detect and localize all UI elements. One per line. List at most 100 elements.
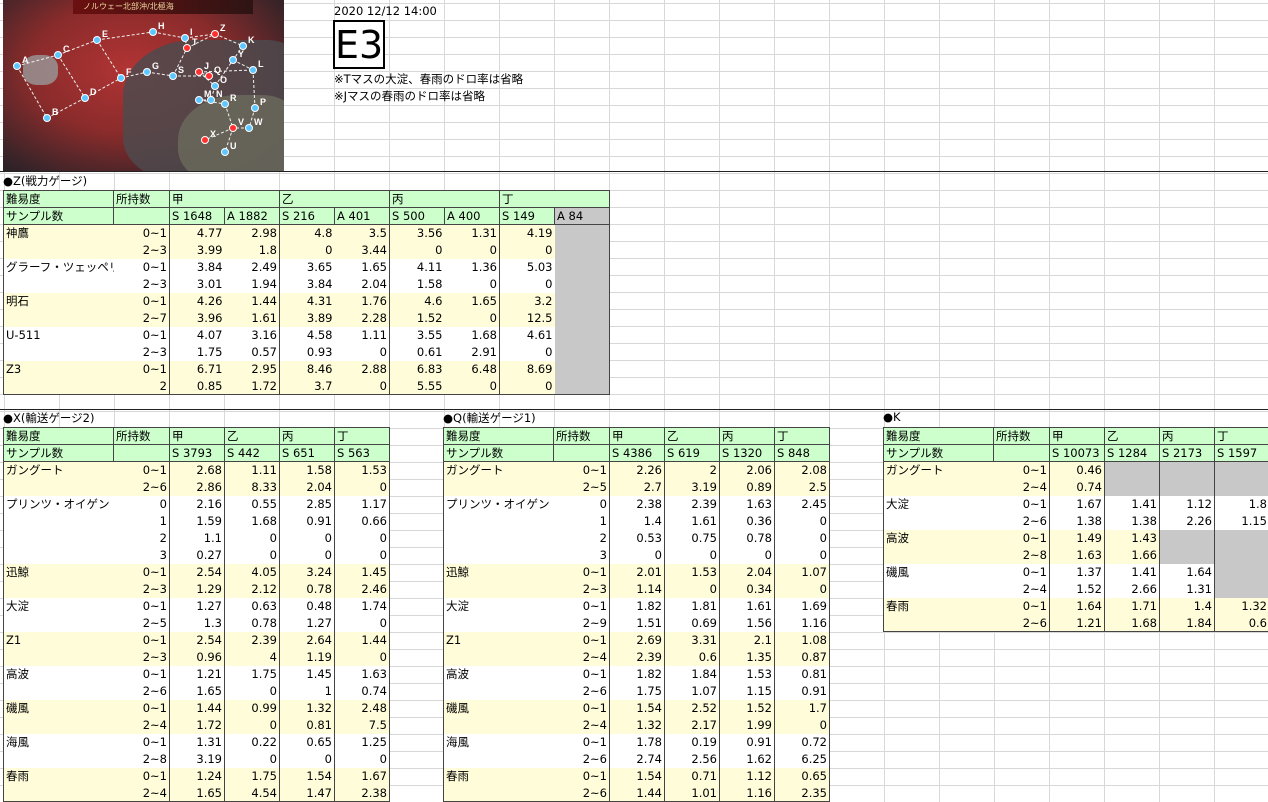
drop-rate[interactable]: 4.77 — [169, 224, 225, 242]
map-node-e[interactable] — [93, 36, 101, 44]
ship-name[interactable]: 高波 — [443, 665, 554, 683]
drop-rate[interactable]: 0 — [664, 546, 720, 564]
map-node-f[interactable] — [117, 74, 125, 82]
drop-rate[interactable]: 1.21 — [169, 665, 225, 683]
owned-count[interactable]: 0~1 — [553, 461, 610, 479]
drop-rate[interactable]: 2.95 — [224, 360, 280, 378]
drop-rate[interactable]: 3.84 — [169, 258, 225, 276]
drop-rate[interactable]: 0 — [334, 478, 390, 496]
owned-blank[interactable] — [113, 444, 170, 462]
drop-rate[interactable]: 1.3 — [169, 614, 225, 632]
ship-name[interactable]: 迅鯨 — [3, 563, 114, 581]
drop-rate[interactable]: 1.11 — [224, 461, 280, 479]
drop-rate[interactable]: 1.41 — [1104, 563, 1160, 581]
map-node-x[interactable] — [201, 136, 209, 144]
sample-count[interactable]: A 401 — [334, 207, 390, 225]
difficulty-3[interactable]: 丁 — [334, 427, 390, 445]
drop-rate[interactable]: 0 — [224, 716, 280, 734]
difficulty-1[interactable]: 乙 — [279, 190, 390, 208]
drop-rate[interactable]: 2.08 — [774, 461, 830, 479]
drop-rate[interactable]: 1.37 — [1049, 563, 1105, 581]
owned-blank[interactable] — [553, 444, 610, 462]
owned-count[interactable]: 0~1 — [553, 665, 610, 683]
drop-rate[interactable]: 1.71 — [1104, 597, 1160, 615]
drop-rate[interactable]: 0.89 — [719, 478, 775, 496]
owned-count[interactable]: 0~1 — [113, 665, 170, 683]
drop-rate[interactable]: 2.17 — [664, 716, 720, 734]
owned-count[interactable]: 3 — [553, 546, 610, 564]
drop-rate[interactable]: 2.66 — [1104, 580, 1160, 598]
drop-rate[interactable]: 0.69 — [664, 614, 720, 632]
map-node-a[interactable] — [13, 62, 21, 70]
drop-rate[interactable]: 1.84 — [1159, 614, 1215, 632]
ship-name[interactable]: 明石 — [3, 292, 114, 310]
drop-rate[interactable]: 2.39 — [664, 495, 720, 513]
owned-count[interactable]: 2~6 — [113, 478, 170, 496]
drop-rate[interactable] — [1214, 461, 1268, 479]
owned-count[interactable]: 0~1 — [553, 631, 610, 649]
drop-rate[interactable]: 0.81 — [774, 665, 830, 683]
owned-count[interactable]: 0~1 — [113, 258, 170, 276]
drop-rate[interactable]: 6.48 — [444, 360, 500, 378]
map-node-p[interactable] — [251, 104, 259, 112]
drop-rate[interactable]: 0 — [334, 614, 390, 632]
drop-rate[interactable]: 8.33 — [224, 478, 280, 496]
drop-rate[interactable]: 1.69 — [774, 597, 830, 615]
sample-count[interactable]: A 400 — [444, 207, 500, 225]
drop-rate[interactable] — [554, 224, 610, 242]
drop-rate[interactable]: 1.8 — [224, 241, 280, 259]
owned-count[interactable]: 2~7 — [113, 309, 170, 327]
difficulty-3[interactable]: 丁 — [1214, 427, 1268, 445]
drop-rate[interactable]: 1.45 — [334, 563, 390, 581]
drop-rate[interactable]: 0.78 — [719, 529, 775, 547]
drop-rate[interactable]: 2.16 — [169, 495, 225, 513]
drop-rate[interactable]: 1.16 — [774, 614, 830, 632]
drop-rate[interactable]: 2.56 — [664, 750, 720, 768]
drop-rate[interactable]: 1.52 — [389, 309, 445, 327]
drop-rate[interactable]: 0 — [334, 377, 390, 395]
drop-rate[interactable] — [1159, 529, 1215, 547]
drop-rate[interactable]: 0 — [334, 750, 390, 768]
drop-rate[interactable] — [1104, 478, 1160, 496]
drop-rate[interactable] — [554, 258, 610, 276]
drop-rate[interactable]: 4.6 — [389, 292, 445, 310]
drop-rate[interactable]: 1.32 — [1214, 597, 1268, 615]
drop-rate[interactable]: 0.78 — [224, 614, 280, 632]
ship-name[interactable]: ガングート — [883, 461, 994, 479]
ship-name[interactable] — [3, 546, 114, 564]
ship-name[interactable]: グラーフ・ツェッペリン — [3, 258, 114, 276]
drop-rate[interactable]: 4.31 — [279, 292, 335, 310]
owned-count[interactable]: 2~6 — [553, 784, 610, 802]
drop-rate[interactable] — [1214, 580, 1268, 598]
drop-rate[interactable]: 1.32 — [279, 699, 335, 717]
drop-rate[interactable]: 2.52 — [664, 699, 720, 717]
drop-rate[interactable]: 6.83 — [389, 360, 445, 378]
map-node-o[interactable] — [211, 82, 219, 90]
sample-count[interactable]: S 3793 — [169, 444, 225, 462]
drop-rate[interactable]: 1.27 — [169, 597, 225, 615]
drop-rate[interactable]: 0.19 — [664, 733, 720, 751]
drop-rate[interactable]: 1.65 — [444, 292, 500, 310]
drop-rate[interactable]: 2.49 — [224, 258, 280, 276]
difficulty-3[interactable]: 丁 — [774, 427, 830, 445]
drop-rate[interactable]: 0.93 — [279, 343, 335, 361]
drop-rate[interactable]: 1.76 — [334, 292, 390, 310]
drop-rate[interactable]: 0.34 — [719, 580, 775, 598]
sample-count[interactable]: S 2173 — [1159, 444, 1215, 462]
ship-name[interactable] — [3, 614, 114, 632]
owned-count[interactable]: 2~3 — [113, 275, 170, 293]
page-title[interactable]: E3 — [333, 20, 385, 69]
drop-rate[interactable]: 2.04 — [719, 563, 775, 581]
drop-rate[interactable] — [1214, 529, 1268, 547]
owned-count[interactable]: 2~4 — [553, 648, 610, 666]
drop-rate[interactable]: 1.65 — [169, 682, 225, 700]
ship-name[interactable] — [443, 716, 554, 734]
drop-rate[interactable]: 0 — [499, 377, 555, 395]
drop-rate[interactable]: 1.75 — [609, 682, 665, 700]
sample-count[interactable]: S 848 — [774, 444, 830, 462]
sample-count[interactable]: S 1320 — [719, 444, 775, 462]
drop-rate[interactable] — [1214, 563, 1268, 581]
drop-rate[interactable]: 2.64 — [279, 631, 335, 649]
difficulty-1[interactable]: 乙 — [224, 427, 280, 445]
ship-name[interactable] — [443, 682, 554, 700]
